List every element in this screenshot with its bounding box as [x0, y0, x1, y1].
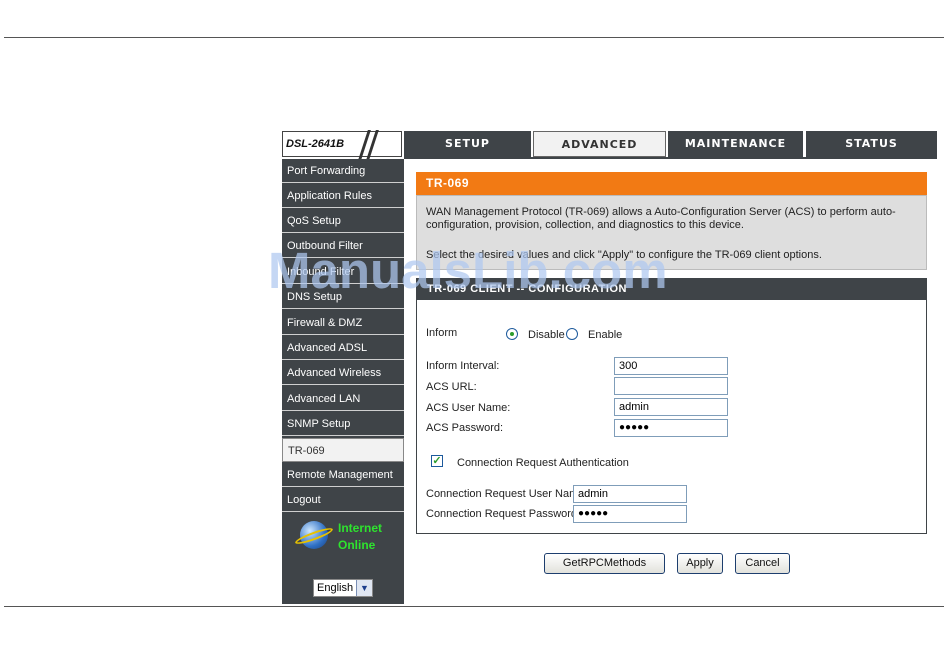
ring-decor — [293, 525, 335, 547]
inform-interval-input[interactable]: 300 — [614, 357, 728, 375]
get-rpc-methods-button[interactable]: GetRPCMethods — [544, 553, 665, 574]
acs-password-label: ACS Password: — [426, 422, 504, 434]
tab-setup[interactable]: SETUP — [404, 131, 531, 157]
model-badge: DSL-2641B — [282, 130, 402, 160]
status-line-2: Online — [338, 538, 376, 552]
watermark: ManualsLib.com — [268, 242, 668, 299]
connection-auth-label: Connection Request Authentication — [457, 457, 629, 469]
sidebar-item-advanced-wireless[interactable]: Advanced Wireless — [282, 361, 404, 385]
sidebar-item-remote-management[interactable]: Remote Management — [282, 463, 404, 487]
sidebar-item-tr-069[interactable]: TR-069 — [282, 438, 404, 462]
inform-enable-radio[interactable] — [566, 328, 578, 340]
inform-disable-radio[interactable] — [506, 328, 518, 340]
connection-password-label: Connection Request Password: — [426, 508, 581, 520]
acs-url-label: ACS URL: — [426, 381, 477, 393]
model-name: DSL-2641B — [286, 138, 345, 150]
section-title: TR-069 — [416, 172, 927, 195]
apply-button[interactable]: Apply — [677, 553, 723, 574]
status-line-1: Internet — [338, 521, 383, 535]
config-panel: TR-069 CLIENT -- CONFIGURATION Inform Di… — [416, 278, 927, 534]
acs-url-input[interactable] — [614, 377, 728, 395]
inform-label: Inform — [426, 327, 458, 339]
enable-label: Enable — [588, 329, 623, 341]
sidebar-item-logout[interactable]: Logout — [282, 488, 404, 512]
language-value: English — [317, 582, 354, 594]
acs-username-label: ACS User Name: — [426, 402, 511, 414]
sidebar-item-snmp-setup[interactable]: SNMP Setup — [282, 412, 404, 436]
sidebar-item-application-rules[interactable]: Application Rules — [282, 184, 404, 208]
connection-username-label: Connection Request User Name: — [426, 488, 588, 500]
connection-username-input[interactable]: admin — [573, 485, 687, 503]
connection-auth-checkbox[interactable]: ✓ — [431, 455, 443, 467]
globe-icon — [293, 521, 335, 549]
sidebar: Port Forwarding Application Rules QoS Se… — [282, 159, 404, 604]
acs-password-input[interactable]: ●●●●● — [614, 419, 728, 437]
tab-underline — [404, 157, 937, 159]
inform-interval-label: Inform Interval: — [426, 360, 500, 372]
disable-label: Disable — [528, 329, 565, 341]
sidebar-item-port-forwarding[interactable]: Port Forwarding — [282, 159, 404, 183]
description-text: WAN Management Protocol (TR-069) allows … — [426, 206, 896, 231]
sidebar-item-firewall-dmz[interactable]: Firewall & DMZ — [282, 311, 404, 335]
bottom-rule — [4, 606, 944, 607]
internet-status: Internet Online — [338, 520, 382, 554]
language-select[interactable]: English ▼ — [313, 579, 373, 597]
acs-username-input[interactable]: admin — [614, 398, 728, 416]
top-rule — [4, 37, 944, 38]
sidebar-item-advanced-adsl[interactable]: Advanced ADSL — [282, 336, 404, 360]
tab-advanced[interactable]: ADVANCED — [533, 131, 666, 157]
sidebar-item-qos-setup[interactable]: QoS Setup — [282, 209, 404, 233]
connection-password-input[interactable]: ●●●●● — [573, 505, 687, 523]
tab-status[interactable]: STATUS — [806, 131, 937, 157]
chevron-down-icon[interactable]: ▼ — [356, 580, 372, 596]
cancel-button[interactable]: Cancel — [735, 553, 790, 574]
sidebar-item-advanced-lan[interactable]: Advanced LAN — [282, 387, 404, 411]
tab-maintenance[interactable]: MAINTENANCE — [668, 131, 803, 157]
